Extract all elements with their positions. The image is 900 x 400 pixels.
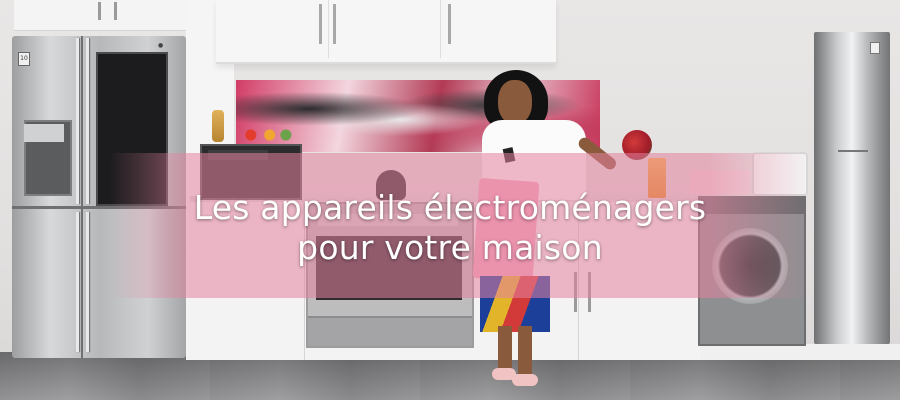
vase [212,110,224,142]
energy-badge-icon: 10 [18,52,30,66]
upper-cabinets [216,0,556,64]
appliance-shelf [700,344,900,360]
headline: Les appareils électroménagers pour votre… [0,188,900,268]
fridge-control-panel [24,124,64,142]
left-upper-cabinet [14,0,186,31]
headline-line-1: Les appareils électroménagers [193,188,707,227]
fruit-bowl [240,128,294,142]
hero-scene: 10 ● Les appareils électroménagers pour … [0,0,900,400]
lg-logo-icon: ● [158,42,164,49]
styler-logo-icon [870,42,880,54]
headline-line-2: pour votre maison [297,228,603,267]
